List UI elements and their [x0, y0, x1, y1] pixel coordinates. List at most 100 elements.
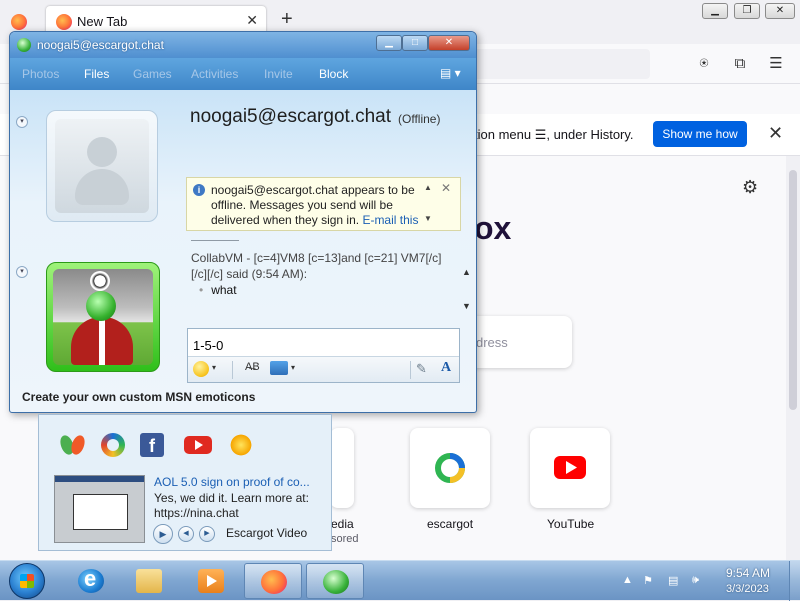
taskbar-firefox[interactable] — [244, 563, 302, 599]
taskbar-internet-explorer[interactable] — [62, 563, 120, 599]
msn-ad-panel: f AOL 5.0 sign on proof of co... Yes, we… — [38, 414, 332, 551]
video-source-label: Escargot Video — [226, 526, 308, 540]
video-thumbnail[interactable] — [54, 475, 145, 543]
msn-conversation-window: noogai5@escargot.chat ▁ □ ✕ Photos Files… — [9, 31, 477, 413]
background-dropdown-icon[interactable]: ▾ — [291, 363, 295, 372]
firefox-maximize-button[interactable]: ❐ — [734, 3, 760, 19]
history-scroll-down-icon[interactable]: ▼ — [462, 301, 471, 311]
url-bar[interactable] — [470, 49, 650, 79]
action-center-flag-icon[interactable]: ⚑ — [643, 574, 653, 587]
edge-icon[interactable] — [101, 433, 125, 457]
next-icon[interactable]: ▶ — [199, 526, 215, 542]
contact-status: (Offline) — [398, 112, 441, 126]
extensions-icon[interactable]: ⧉ — [731, 55, 749, 73]
msn-minimize-button[interactable]: ▁ — [376, 35, 402, 51]
offline-notice-body: noogai5@escargot.chat appears to be offl… — [211, 183, 421, 228]
clock-date[interactable]: 3/3/2023 — [726, 583, 769, 595]
taskbar-media-player[interactable] — [182, 563, 240, 599]
soccer-avatar-icon — [53, 269, 153, 365]
message-input[interactable] — [191, 335, 456, 355]
firefox-icon — [261, 570, 287, 594]
message-compose-area: ▾ A̶B ▾ ✎ A — [187, 328, 460, 383]
taskbar-msn-messenger[interactable] — [306, 563, 364, 599]
taskbar-file-explorer[interactable] — [120, 563, 178, 599]
font-icon[interactable]: A — [441, 360, 451, 376]
toolbar-divider — [232, 361, 233, 379]
chat-message: what — [191, 282, 457, 298]
tab-close-icon[interactable]: ✕ — [246, 12, 258, 29]
shortcut-tile-media[interactable] — [330, 428, 354, 508]
notification-text: tion menu ☰, under History. — [474, 127, 634, 142]
emoticon-icon[interactable] — [193, 361, 209, 377]
youtube-icon — [554, 456, 586, 479]
compose-toolbar: ▾ A̶B ▾ ✎ A — [188, 356, 459, 382]
network-icon[interactable]: ▤ — [668, 574, 678, 587]
msn-conversation-body: ▾ noogai5@escargot.chat (Offline) i noog… — [10, 90, 476, 412]
msn-close-button[interactable]: ✕ — [428, 35, 470, 51]
notification-close-icon[interactable]: ✕ — [768, 123, 783, 144]
default-user-avatar-icon — [55, 119, 149, 213]
media-player-icon — [198, 569, 224, 593]
msn-butterfly-icon[interactable] — [61, 433, 85, 457]
spellcheck-icon[interactable]: A̶B — [245, 361, 260, 373]
firefox-close-button[interactable]: ✕ — [765, 3, 795, 19]
offline-notice: i noogai5@escargot.chat appears to be of… — [186, 177, 461, 231]
firefox-minimize-button[interactable]: ▁ — [702, 3, 728, 19]
notice-scroll-up-icon[interactable]: ▲ — [424, 183, 432, 192]
background-icon[interactable] — [270, 361, 288, 375]
previous-icon[interactable]: ◀ — [178, 526, 194, 542]
weather-icon[interactable] — [229, 433, 253, 457]
facebook-icon[interactable]: f — [140, 433, 164, 457]
notice-scroll-down-icon[interactable]: ▼ — [424, 214, 432, 223]
handwriting-icon[interactable]: ✎ — [416, 361, 427, 377]
hamburger-menu-icon[interactable]: ☰ — [767, 55, 785, 73]
volume-muted-icon[interactable]: 🕪 — [692, 574, 699, 587]
history-scroll-up-icon[interactable]: ▲ — [462, 267, 471, 277]
msn-title-bar[interactable]: noogai5@escargot.chat ▁ □ ✕ — [10, 32, 476, 58]
msn-messenger-icon — [323, 570, 349, 594]
show-desktop-button[interactable] — [789, 561, 800, 601]
show-me-how-button[interactable]: Show me how — [653, 121, 747, 147]
firefox-icon[interactable] — [11, 14, 27, 30]
firefox-brand-text: ox — [474, 210, 512, 246]
taskbar: ▲ ⚑ ▤ 🕪 9:54 AM 3/3/2023 — [0, 560, 800, 601]
msn-maximize-button[interactable]: □ — [402, 35, 428, 51]
firefox-scrollbar-thumb[interactable] — [789, 170, 797, 410]
shortcut-tile-youtube[interactable] — [530, 428, 610, 508]
shortcut-sublabel-media: sored — [331, 533, 359, 545]
search-placeholder: dress — [476, 335, 508, 350]
collapse-my-picture-icon[interactable]: ▾ — [16, 266, 28, 278]
chat-history: CollabVM - [c=4]VM8 [c=13]and [c=21] VM7… — [191, 250, 457, 322]
clock-time[interactable]: 9:54 AM — [726, 566, 770, 580]
video-title-link[interactable]: AOL 5.0 sign on proof of co... — [154, 475, 324, 489]
internet-explorer-icon — [78, 566, 104, 593]
escargot-icon — [435, 453, 465, 483]
youtube-icon[interactable] — [184, 436, 212, 454]
firefox-search-box[interactable]: dress — [470, 316, 572, 368]
toolbar-games[interactable]: Games — [133, 67, 172, 81]
collapse-contact-picture-icon[interactable]: ▾ — [16, 116, 28, 128]
toolbar-files[interactable]: Files — [84, 67, 109, 81]
tray-expand-icon[interactable]: ▲ — [622, 574, 633, 586]
toolbar-photos[interactable]: Photos — [22, 67, 59, 81]
toolbar-activities[interactable]: Activities — [191, 67, 238, 81]
new-tab-button[interactable]: + — [281, 8, 293, 31]
create-emoticons-link[interactable]: Create your own custom MSN emoticons — [22, 390, 255, 404]
start-button[interactable] — [9, 563, 45, 599]
toolbar-invite[interactable]: Invite — [264, 67, 293, 81]
shortcut-tile-escargot[interactable] — [410, 428, 490, 508]
msn-window-title: noogai5@escargot.chat — [37, 38, 164, 52]
my-display-picture[interactable] — [46, 262, 160, 372]
toolbar-menu-icon[interactable]: ▤ ▾ — [440, 66, 461, 80]
settings-gear-icon[interactable]: ⚙ — [742, 177, 758, 198]
notice-close-icon[interactable]: ✕ — [441, 181, 451, 195]
email-this-link[interactable]: E-mail this — [362, 213, 418, 227]
emoticon-dropdown-icon[interactable]: ▾ — [212, 363, 216, 372]
toolbar-block[interactable]: Block — [319, 67, 348, 81]
shortcut-label-youtube: YouTube — [547, 517, 595, 531]
folder-icon — [136, 569, 162, 593]
info-icon: i — [193, 184, 205, 196]
play-icon[interactable]: ▶ — [153, 524, 173, 544]
contact-display-picture[interactable] — [46, 110, 158, 222]
pocket-icon[interactable]: ⍟ — [695, 55, 713, 73]
